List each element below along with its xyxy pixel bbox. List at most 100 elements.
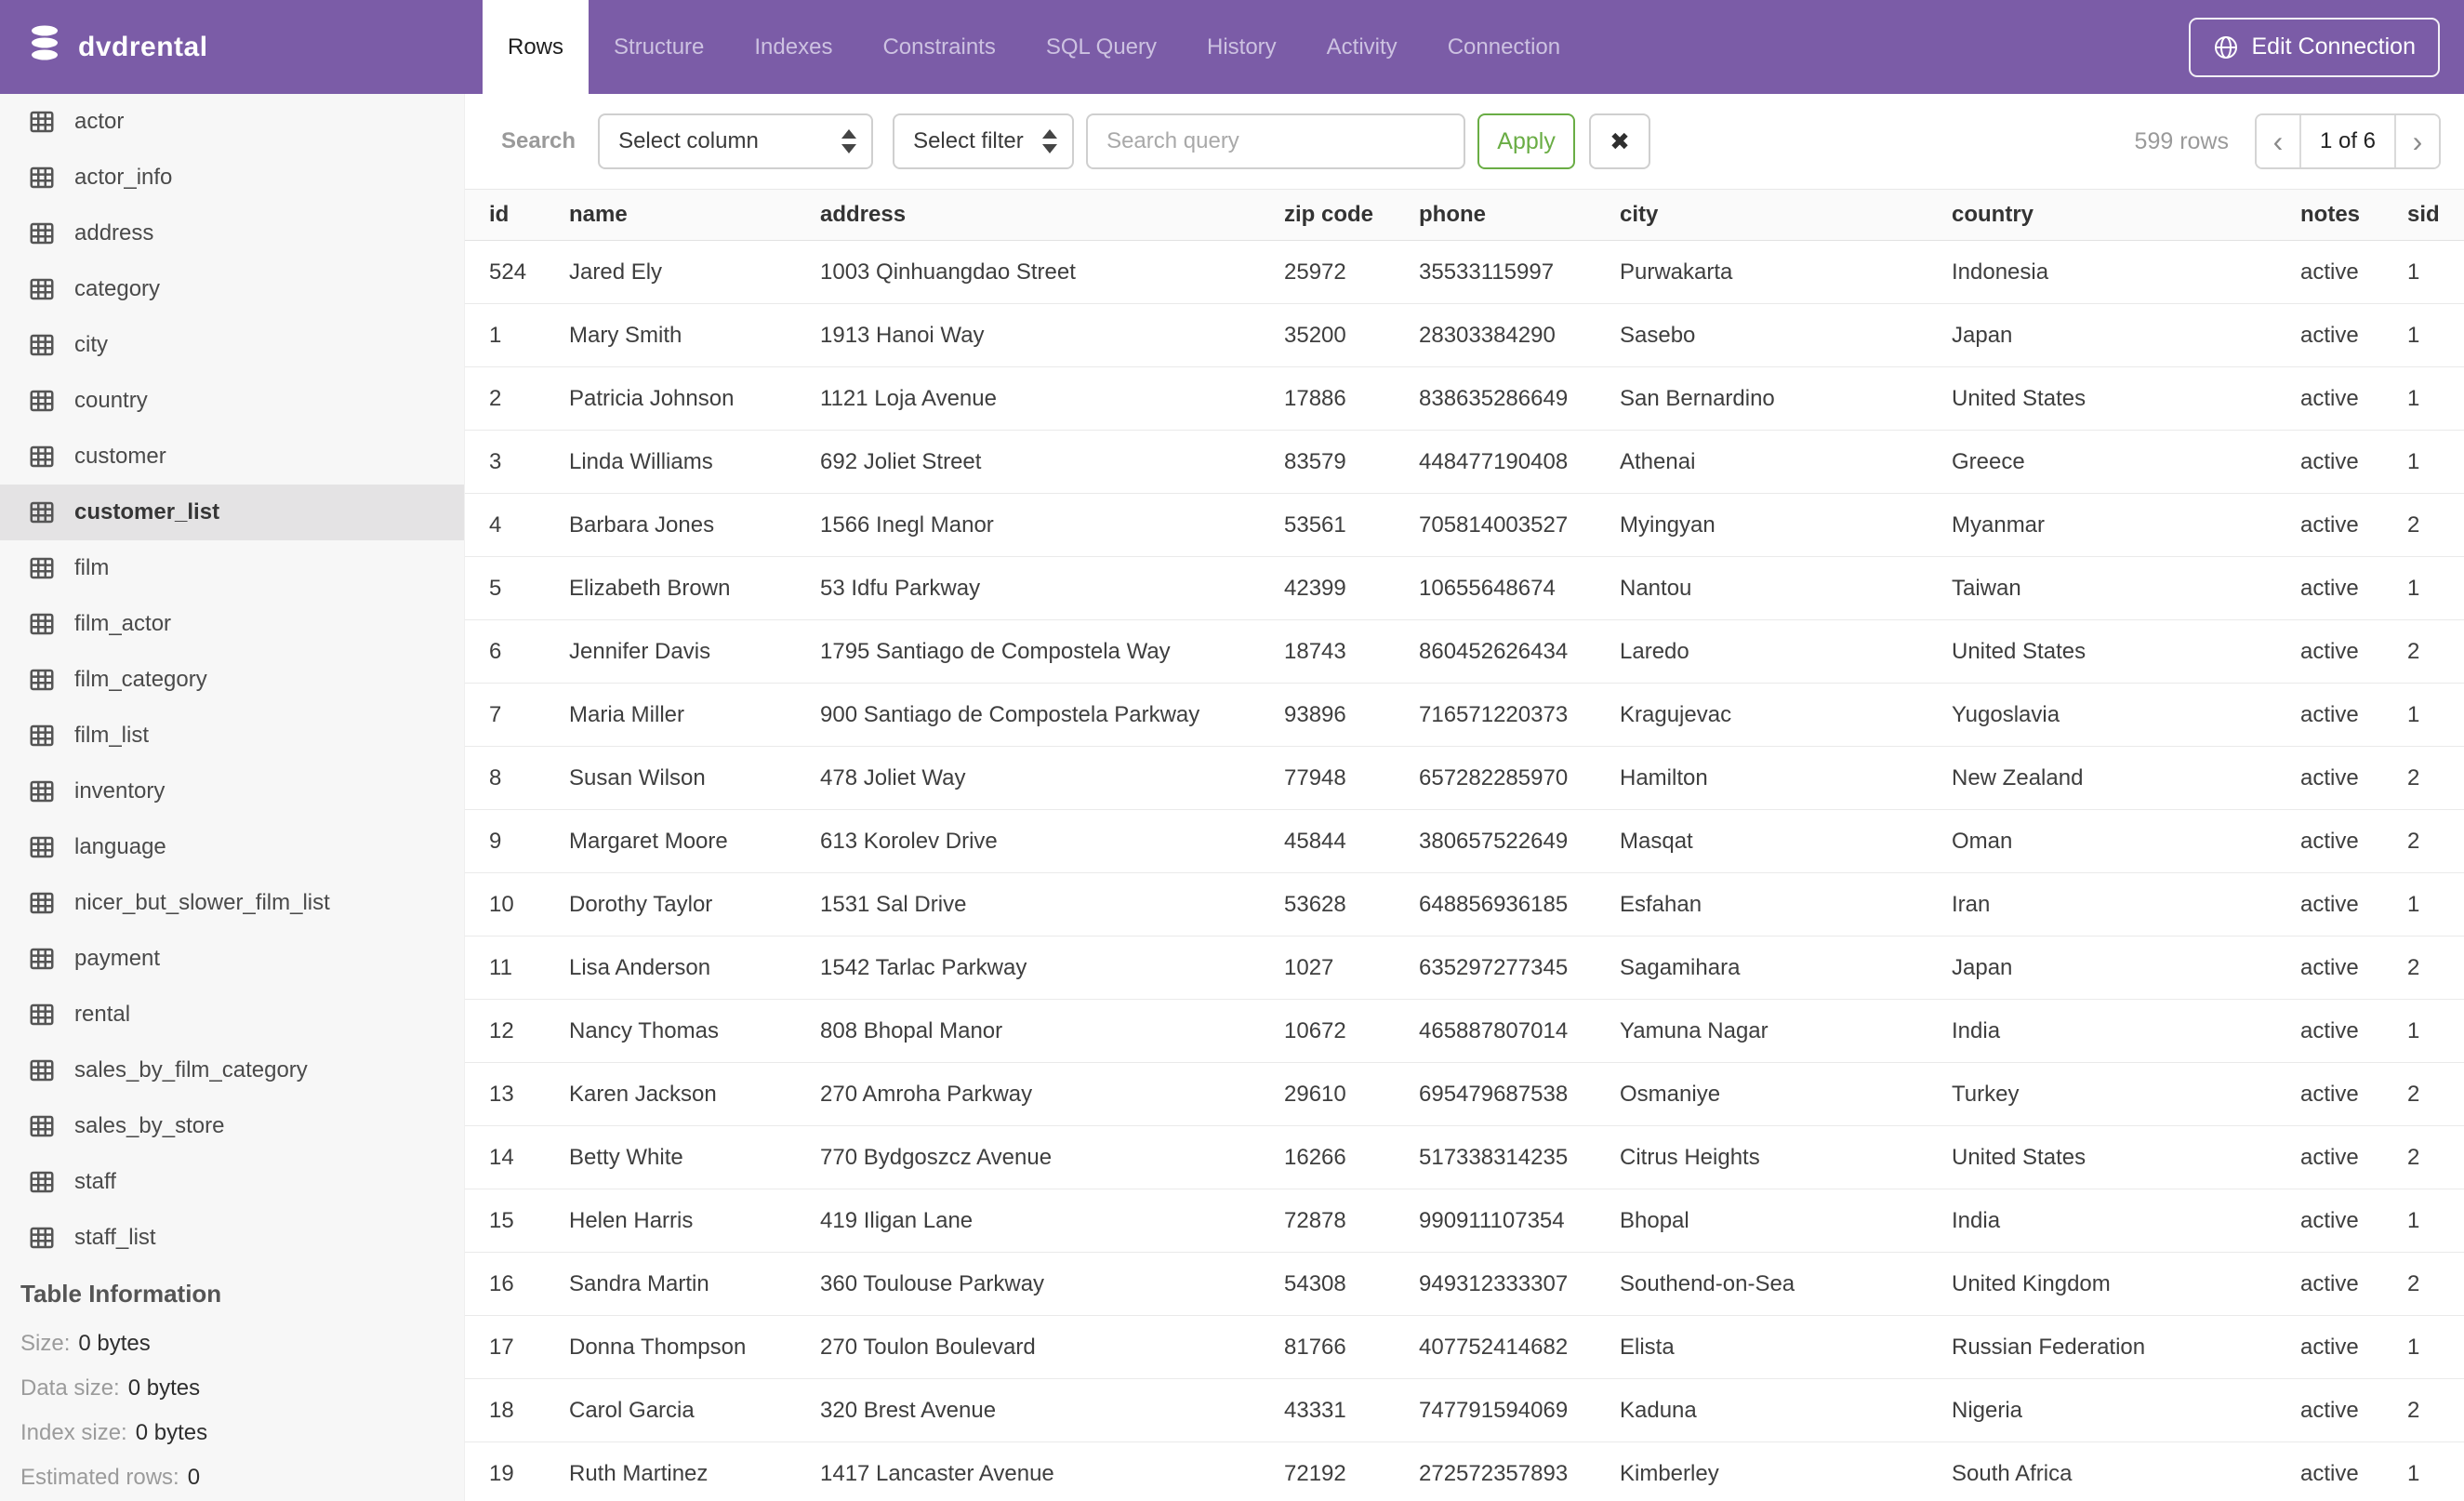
search-query-input[interactable] [1086, 113, 1466, 169]
sidebar-table-label: film [74, 555, 110, 580]
cell-zip: 16266 [1284, 1144, 1346, 1170]
edit-connection-button[interactable]: Edit Connection [2189, 17, 2440, 77]
apply-button[interactable]: Apply [1477, 113, 1576, 169]
sidebar-table-item[interactable]: film [0, 540, 464, 596]
sidebar-table-item[interactable]: actor_info [0, 150, 464, 206]
cell-city: Citrus Heights [1620, 1144, 1760, 1170]
table-row[interactable]: 4 Barbara Jones 1566 Inegl Manor 53561 7… [465, 494, 2464, 557]
table-row[interactable]: 8 Susan Wilson 478 Joliet Way 77948 6572… [465, 747, 2464, 810]
column-header-country[interactable]: country [1952, 202, 2300, 228]
filter-select[interactable]: Select filter [893, 113, 1075, 169]
table-row[interactable]: 6 Jennifer Davis 1795 Santiago de Compos… [465, 620, 2464, 684]
cell-phone: 657282285970 [1419, 764, 1569, 790]
nav-tab[interactable]: Activity [1302, 0, 1423, 94]
table-row[interactable]: 1 Mary Smith 1913 Hanoi Way 35200 283033… [465, 304, 2464, 367]
sidebar-table-item[interactable]: film_actor [0, 596, 464, 652]
cell-phone: 949312333307 [1419, 1270, 1569, 1296]
table-row[interactable]: 12 Nancy Thomas 808 Bhopal Manor 10672 4… [465, 1000, 2464, 1063]
nav-tab[interactable]: Structure [589, 0, 729, 94]
column-header-zip[interactable]: zip code [1284, 202, 1419, 228]
sidebar-table-item[interactable]: film_list [0, 708, 464, 764]
table-row[interactable]: 14 Betty White 770 Bydgoszcz Avenue 1626… [465, 1126, 2464, 1189]
database-name: dvdrental [78, 31, 208, 62]
sidebar-table-item[interactable]: country [0, 373, 464, 429]
cell-phone: 838635286649 [1419, 385, 1569, 411]
cell-city: Masqat [1620, 828, 1693, 854]
select-arrows-icon [1042, 129, 1058, 153]
cell-zip: 77948 [1284, 764, 1346, 790]
sidebar-table-item[interactable]: category [0, 261, 464, 317]
cell-sid: 2 [2407, 1397, 2420, 1423]
table-info-stat: Data size: 0 bytes [20, 1366, 464, 1411]
column-header-address[interactable]: address [820, 202, 1284, 228]
table-row[interactable]: 18 Carol Garcia 320 Brest Avenue 43331 7… [465, 1379, 2464, 1442]
cell-sid: 2 [2407, 1144, 2420, 1170]
table-row[interactable]: 13 Karen Jackson 270 Amroha Parkway 2961… [465, 1063, 2464, 1126]
sidebar-table-item[interactable]: film_category [0, 652, 464, 708]
cell-notes: active [2300, 1207, 2359, 1233]
app-header: dvdrental Rows Structure Indexes Constra… [0, 0, 2464, 94]
nav-tab[interactable]: SQL Query [1021, 0, 1182, 94]
sidebar-table-item[interactable]: city [0, 317, 464, 373]
nav-tab[interactable]: History [1182, 0, 1302, 94]
sidebar-table-item[interactable]: payment [0, 931, 464, 987]
table-row[interactable]: 15 Helen Harris 419 Iligan Lane 72878 99… [465, 1189, 2464, 1253]
sidebar-table-label: address [74, 220, 154, 246]
database-icon [28, 24, 61, 70]
column-header-city[interactable]: city [1620, 202, 1952, 228]
cell-id: 13 [489, 1081, 514, 1107]
cell-id: 19 [489, 1460, 514, 1486]
table-row[interactable]: 2 Patricia Johnson 1121 Loja Avenue 1788… [465, 367, 2464, 431]
sidebar-table-item[interactable]: staff_list [0, 1210, 464, 1266]
clear-search-button[interactable]: ✖ [1589, 113, 1651, 169]
sidebar-table-item[interactable]: inventory [0, 764, 464, 819]
cell-notes: active [2300, 701, 2359, 727]
cell-sid: 2 [2407, 1270, 2420, 1296]
nav-tab[interactable]: Connection [1423, 0, 1585, 94]
table-row[interactable]: 3 Linda Williams 692 Joliet Street 83579… [465, 431, 2464, 494]
cell-phone: 648856936185 [1419, 891, 1569, 917]
cell-zip: 93896 [1284, 701, 1346, 727]
sidebar-table-item[interactable]: address [0, 206, 464, 261]
column-select[interactable]: Select column [598, 113, 874, 169]
table-row[interactable]: 10 Dorothy Taylor 1531 Sal Drive 53628 6… [465, 873, 2464, 936]
sidebar-table-item[interactable]: customer [0, 429, 464, 485]
column-header-sid[interactable]: sid [2407, 202, 2464, 228]
cell-zip: 45844 [1284, 828, 1346, 854]
table-row[interactable]: 16 Sandra Martin 360 Toulouse Parkway 54… [465, 1253, 2464, 1316]
table-row[interactable]: 9 Margaret Moore 613 Korolev Drive 45844… [465, 810, 2464, 873]
column-header-phone[interactable]: phone [1419, 202, 1620, 228]
sidebar-table-item[interactable]: sales_by_film_category [0, 1043, 464, 1098]
table-row[interactable]: 524 Jared Ely 1003 Qinhuangdao Street 25… [465, 241, 2464, 304]
nav-tab[interactable]: Indexes [729, 0, 857, 94]
cell-address: 53 Idfu Parkway [820, 575, 981, 601]
column-header-notes[interactable]: notes [2300, 202, 2407, 228]
table-row[interactable]: 19 Ruth Martinez 1417 Lancaster Avenue 7… [465, 1442, 2464, 1501]
sidebar-table-item[interactable]: nicer_but_slower_film_list [0, 875, 464, 931]
cell-address: 478 Joliet Way [820, 764, 966, 790]
cell-id: 9 [489, 828, 502, 854]
search-label: Search [501, 128, 576, 153]
sidebar-table-item[interactable]: staff [0, 1154, 464, 1210]
cell-sid: 1 [2407, 891, 2420, 917]
table-row[interactable]: 17 Donna Thompson 270 Toulon Boulevard 8… [465, 1316, 2464, 1379]
cell-city: Kragujevac [1620, 701, 1732, 727]
cell-id: 18 [489, 1397, 514, 1423]
nav-tab[interactable]: Constraints [857, 0, 1020, 94]
cell-address: 1566 Inegl Manor [820, 511, 994, 538]
sidebar-table-item[interactable]: rental [0, 987, 464, 1043]
table-row[interactable]: 11 Lisa Anderson 1542 Tarlac Parkway 102… [465, 936, 2464, 1000]
sidebar-table-item[interactable]: customer_list [0, 485, 464, 540]
table-row[interactable]: 5 Elizabeth Brown 53 Idfu Parkway 42399 … [465, 557, 2464, 620]
nav-tab[interactable]: Rows [483, 0, 590, 94]
column-header-name[interactable]: name [569, 202, 820, 228]
table-row[interactable]: 7 Maria Miller 900 Santiago de Compostel… [465, 684, 2464, 747]
cell-id: 6 [489, 638, 502, 664]
prev-page-button[interactable]: ‹ [2257, 115, 2299, 167]
column-header-id[interactable]: id [465, 202, 569, 228]
next-page-button[interactable]: › [2396, 115, 2439, 167]
sidebar-table-item[interactable]: language [0, 819, 464, 875]
sidebar-table-item[interactable]: actor [0, 94, 464, 150]
filter-select-value: Select filter [913, 128, 1024, 153]
sidebar-table-item[interactable]: sales_by_store [0, 1098, 464, 1154]
